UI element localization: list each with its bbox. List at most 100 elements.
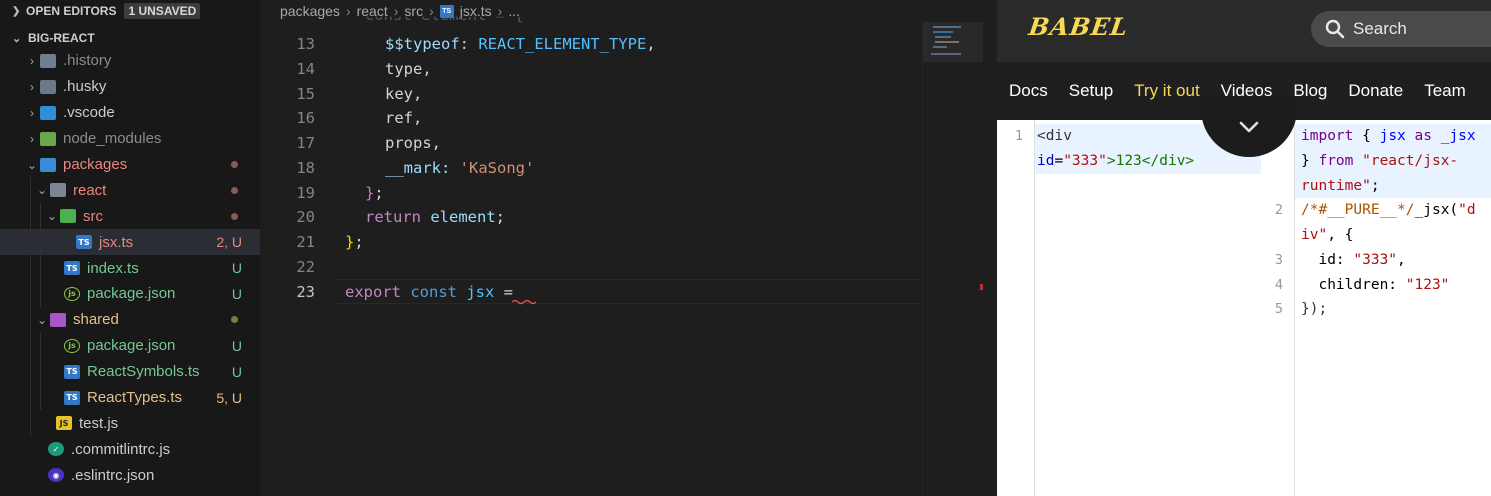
code-token: jsx (1379, 128, 1406, 145)
tree-item-jsx-ts[interactable]: TS jsx.ts 2, U (0, 229, 260, 256)
code-token: 'KaSong' (459, 158, 535, 177)
code-editor: packages › react › src › TS jsx.ts › ...… (260, 0, 997, 496)
error-marker (980, 284, 983, 290)
code-line[interactable]: 21 }; (260, 230, 920, 255)
commitlint-file-icon: ✓ (48, 442, 64, 457)
tree-item-react[interactable]: ⌄ react (0, 177, 260, 204)
nav-blog[interactable]: Blog (1293, 81, 1327, 101)
nav-setup[interactable]: Setup (1069, 81, 1113, 101)
code-text: }; (345, 233, 364, 251)
code-token: return (365, 208, 431, 227)
typescript-file-icon: TS (64, 261, 80, 276)
chevron-right-icon: › (30, 53, 34, 68)
code-token: "333" (1353, 251, 1398, 268)
code-line: 2 /*#__PURE__*/_jsx("d (1261, 198, 1476, 223)
tree-item-shared[interactable]: ⌄ shared (0, 306, 260, 333)
code-line[interactable]: 20 return element; (260, 205, 920, 230)
breadcrumb-item[interactable]: src (404, 3, 423, 19)
tree-item-label: .history (63, 52, 112, 70)
code-text: __mark: 'KaSong' (385, 159, 534, 177)
search-box[interactable]: Search (1311, 11, 1491, 47)
chevron-right-icon: › (393, 3, 399, 19)
code-line[interactable]: 16 ref, (260, 106, 920, 131)
indent-guide (30, 410, 31, 437)
code-token: "333" (1063, 153, 1107, 170)
tree-item-test-js[interactable]: JS test.js (0, 410, 260, 437)
line-number: 17 (296, 134, 315, 153)
code-token: } (345, 232, 355, 251)
code-line[interactable]: 14 type, (260, 57, 920, 82)
babel-logo[interactable]: BABEL (1027, 12, 1130, 41)
tree-item-husky[interactable]: › .husky (0, 74, 260, 100)
indent-guide (30, 306, 31, 333)
code-token: $$typeof: (385, 35, 479, 54)
tree-item-shared-package-json[interactable]: js package.json U (0, 332, 260, 359)
code-text: export const jsx = (345, 283, 513, 301)
tree-item-node-modules[interactable]: › node_modules (0, 126, 260, 152)
breadcrumb-item[interactable]: jsx.ts (460, 3, 492, 19)
code-token: export (345, 282, 411, 301)
code-token: jsx (466, 282, 495, 301)
open-editors-header[interactable]: ❯ OPEN EDITORS 1 UNSAVED (0, 0, 260, 22)
tree-item-label: .eslintrc.json (71, 466, 155, 484)
code-token: , { (1327, 227, 1354, 244)
output-code-pane[interactable]: 1 import { jsx as _jsx } from "react/jsx… (1261, 120, 1491, 496)
nav-docs[interactable]: Docs (1009, 81, 1048, 101)
git-status: 5, U (216, 389, 242, 406)
code-text: } from "react/jsx- (1301, 153, 1458, 169)
minimap[interactable] (922, 22, 997, 496)
tree-item-react-symbols-ts[interactable]: TS ReactSymbols.ts U (0, 358, 260, 385)
code-line[interactable]: 17 props, (260, 131, 920, 156)
line-number: 19 (296, 183, 315, 202)
tree-item-history[interactable]: › .history (0, 48, 260, 74)
code-token: runtime" (1301, 177, 1371, 194)
chevron-right-icon: › (345, 3, 351, 19)
tree-item-react-types-ts[interactable]: TS ReactTypes.ts 5, U (0, 384, 260, 411)
folder-open-icon (40, 157, 56, 172)
nav-team[interactable]: Team (1424, 81, 1466, 101)
tree-item-packages[interactable]: ⌄ packages (0, 152, 260, 178)
tree-item-vscode[interactable]: › .vscode (0, 100, 260, 126)
line-number: 22 (296, 257, 315, 276)
vscode-folder-icon (40, 105, 56, 120)
tree-item-package-json[interactable]: js package.json U (0, 281, 260, 307)
code-token: REACT_ELEMENT_TYPE (478, 35, 647, 54)
code-token: iv" (1301, 227, 1328, 244)
open-editors-label: OPEN EDITORS (26, 4, 117, 18)
code-line[interactable]: 15 key, (260, 81, 920, 106)
unsaved-badge: 1 UNSAVED (124, 3, 201, 19)
breadcrumb-item[interactable]: react (357, 3, 388, 19)
breadcrumb-item[interactable]: ... (508, 3, 520, 19)
tree-item-src[interactable]: ⌄ src (0, 203, 260, 230)
code-text: id="333">123</div> (1037, 153, 1194, 169)
code-line[interactable]: 13 $$typeof: REACT_ELEMENT_TYPE, (260, 32, 920, 57)
tree-item-index-ts[interactable]: TS index.ts U (0, 255, 260, 282)
indent-guide (30, 255, 31, 282)
line-number: 15 (296, 84, 315, 103)
chevron-down-icon (1239, 121, 1259, 133)
code-line[interactable]: 18 __mark: 'KaSong' (260, 156, 920, 181)
code-line[interactable]: 22 (260, 254, 920, 279)
code-line-current[interactable]: 23 export const jsx = (260, 279, 920, 304)
code-text: type, (385, 60, 432, 79)
code-token: ; (495, 208, 505, 227)
src-folder-icon (60, 209, 76, 224)
nav-donate[interactable]: Donate (1348, 81, 1403, 101)
line-number: 14 (296, 60, 315, 79)
code-line: 5 }); (1261, 297, 1327, 322)
code-token: id (1037, 153, 1055, 170)
explorer-sidebar: ❯ OPEN EDITORS 1 UNSAVED ⌄ BIG-REACT › .… (0, 0, 260, 496)
input-code-pane[interactable]: 1 <div id="333">123</div> (997, 120, 1261, 496)
breadcrumb-item[interactable]: packages (280, 3, 340, 19)
code-token: as (1405, 128, 1441, 145)
code-line[interactable]: 19 }; (260, 180, 920, 205)
code-token: } (365, 183, 375, 202)
line-gutter (997, 120, 1035, 496)
workspace-root-label: BIG-REACT (28, 31, 95, 45)
code-text: import { jsx as _jsx (1301, 128, 1476, 144)
tree-item-commitlintrc[interactable]: ✓ .commitlintrc.js (0, 436, 260, 462)
code-token: _jsx( (1414, 202, 1459, 219)
chevron-right-icon: › (30, 79, 34, 94)
nav-try-it-out[interactable]: Try it out (1134, 81, 1200, 101)
tree-item-eslintrc[interactable]: ◉ .eslintrc.json (0, 462, 260, 488)
